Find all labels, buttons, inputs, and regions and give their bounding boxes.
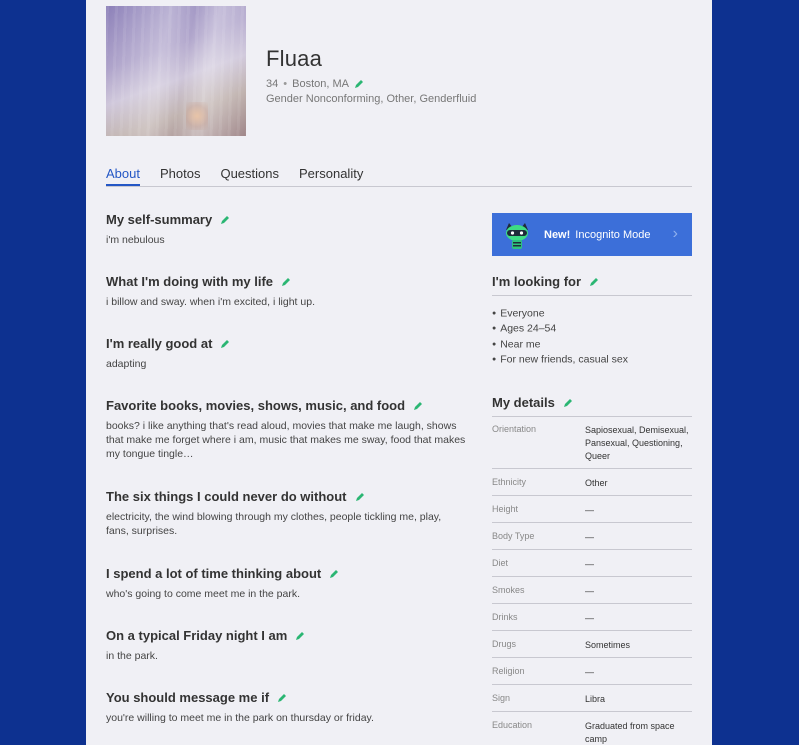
detail-row-smokes: Smokes — — [492, 585, 692, 604]
detail-key: Religion — [492, 666, 525, 676]
detail-value: Graduated from space camp — [585, 721, 675, 744]
tab-about[interactable]: About — [106, 166, 140, 186]
list-item: Near me — [492, 337, 628, 352]
raccoon-icon — [506, 222, 528, 249]
detail-row-height: Height — — [492, 504, 692, 523]
edit-pencil-icon[interactable] — [413, 401, 423, 411]
profile-tabs: About Photos Questions Personality — [106, 166, 692, 187]
edit-pencil-icon[interactable] — [355, 492, 365, 502]
detail-key: Drugs — [492, 639, 517, 649]
detail-value: — — [585, 667, 594, 677]
edit-pencil-icon[interactable] — [295, 631, 305, 641]
detail-key: Education — [492, 720, 533, 730]
essay-good-at: I'm really good at adapting — [106, 336, 466, 371]
chevron-right-icon: › — [672, 225, 678, 242]
edit-pencil-icon[interactable] — [354, 79, 364, 89]
edit-pencil-icon[interactable] — [281, 277, 291, 287]
detail-row-drinks: Drinks — — [492, 612, 692, 631]
tab-photos[interactable]: Photos — [160, 166, 200, 186]
essay-text: you're willing to meet me in the park on… — [106, 712, 374, 724]
divider — [492, 295, 692, 296]
profile-basics: 34 • Boston, MA — [266, 78, 364, 90]
essay-thinking-about: I spend a lot of time thinking about who… — [106, 566, 466, 601]
detail-key: Sign — [492, 693, 511, 703]
detail-value: — — [585, 613, 594, 623]
detail-row-ethnicity: Ethnicity Other — [492, 477, 692, 496]
essay-text: books? i like anything that's read aloud… — [106, 420, 466, 460]
essay-title: You should message me if — [106, 690, 270, 705]
looking-for-title: I'm looking for — [492, 274, 692, 289]
list-item: Everyone — [492, 306, 628, 321]
edit-pencil-icon[interactable] — [563, 398, 573, 408]
detail-row-education: Education Graduated from space camp — [492, 720, 692, 745]
profile-gender: Gender Nonconforming, Other, Genderfluid — [266, 93, 477, 105]
edit-pencil-icon[interactable] — [220, 215, 230, 225]
detail-value: — — [585, 505, 594, 515]
detail-key: Body Type — [492, 531, 535, 541]
detail-key: Drinks — [492, 612, 518, 622]
detail-value: Sometimes — [585, 640, 631, 650]
essay-text: i billow and sway. when i'm excited, i l… — [106, 296, 315, 308]
tab-personality[interactable]: Personality — [299, 166, 363, 186]
detail-value: Libra — [585, 694, 606, 704]
detail-value: — — [585, 586, 594, 596]
profile-location: Boston, MA — [292, 78, 349, 90]
essay-title: What I'm doing with my life — [106, 274, 274, 289]
tab-questions[interactable]: Questions — [220, 166, 279, 186]
detail-key: Ethnicity — [492, 477, 527, 487]
essay-title: Favorite books, movies, shows, music, an… — [106, 398, 406, 413]
detail-row-religion: Religion — — [492, 666, 692, 685]
essay-title: The six things I could never do without — [106, 489, 347, 504]
essay-text: in the park. — [106, 650, 158, 662]
detail-value: Sapiosexual, Demisexual, Pansexual, Ques… — [585, 425, 689, 461]
profile-age: 34 — [266, 78, 279, 90]
detail-value: — — [585, 559, 594, 569]
essay-message-me-if: You should message me if you're willing … — [106, 690, 466, 725]
detail-row-drugs: Drugs Sometimes — [492, 639, 692, 658]
looking-for-heading: I'm looking for — [492, 274, 582, 289]
edit-pencil-icon[interactable] — [220, 339, 230, 349]
divider — [492, 416, 692, 417]
essay-favorites: Favorite books, movies, shows, music, an… — [106, 398, 466, 461]
essay-text: who's going to come meet me in the park. — [106, 588, 301, 600]
profile-page: Fluaa 34 • Boston, MA Gender Nonconformi… — [86, 0, 712, 745]
detail-row-sign: Sign Libra — [492, 693, 692, 712]
incognito-mode-banner[interactable]: New! Incognito Mode › — [492, 213, 692, 256]
profile-photo[interactable] — [106, 6, 246, 136]
detail-row-body-type: Body Type — — [492, 531, 692, 550]
essay-title: My self-summary — [106, 212, 213, 227]
detail-key: Orientation — [492, 424, 537, 434]
essay-friday-night: On a typical Friday night I am in the pa… — [106, 628, 466, 663]
essay-text: i'm nebulous — [106, 234, 165, 246]
list-item: Ages 24–54 — [492, 321, 628, 336]
essay-title: On a typical Friday night I am — [106, 628, 288, 643]
edit-pencil-icon[interactable] — [277, 693, 287, 703]
essay-self-summary: My self-summary i'm nebulous — [106, 212, 466, 247]
essay-text: adapting — [106, 358, 147, 370]
essay-title: I'm really good at — [106, 336, 213, 351]
separator-dot: • — [283, 78, 288, 90]
essay-text: electricity, the wind blowing through my… — [106, 511, 442, 537]
looking-for-list: Everyone Ages 24–54 Near me For new frie… — [492, 306, 628, 367]
essay-doing-with-life: What I'm doing with my life i billow and… — [106, 274, 466, 309]
detail-value: Other — [585, 478, 608, 488]
detail-key: Height — [492, 504, 519, 514]
incognito-label: Incognito Mode — [575, 228, 651, 241]
essay-title: I spend a lot of time thinking about — [106, 566, 322, 581]
details-title: My details — [492, 395, 692, 410]
edit-pencil-icon[interactable] — [589, 277, 599, 287]
detail-row-orientation: Orientation Sapiosexual, Demisexual, Pan… — [492, 424, 692, 469]
detail-key: Smokes — [492, 585, 525, 595]
profile-name: Fluaa — [266, 46, 323, 71]
essay-six-things: The six things I could never do without … — [106, 489, 466, 538]
edit-pencil-icon[interactable] — [329, 569, 339, 579]
detail-row-diet: Diet — — [492, 558, 692, 577]
incognito-new-label: New! — [544, 228, 571, 241]
details-heading: My details — [492, 395, 555, 410]
detail-key: Diet — [492, 558, 509, 568]
detail-value: — — [585, 532, 594, 542]
list-item: For new friends, casual sex — [492, 352, 628, 367]
